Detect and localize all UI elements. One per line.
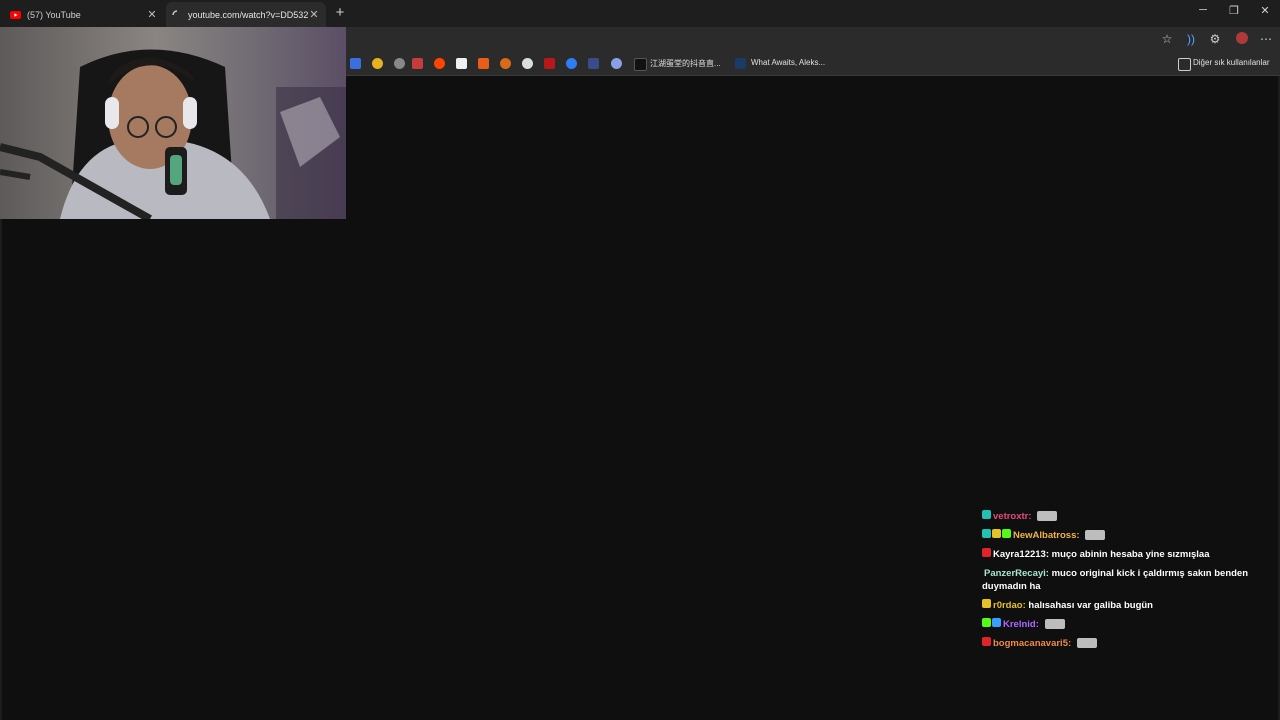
chat-badge-icon (982, 599, 991, 608)
chat-message: Krelnid: (982, 618, 1272, 631)
bookmark-p-icon[interactable] (456, 58, 467, 69)
chat-message: NewAlbatross: (982, 529, 1272, 542)
tiktok-icon[interactable] (634, 58, 647, 71)
youtube-icon (10, 10, 21, 19)
chat-username: Krelnid (1003, 619, 1036, 630)
chat-text: halısahası var galiba bugün (1028, 600, 1153, 611)
bookmark-label[interactable]: What Awaits, Aleks... (751, 58, 825, 67)
extensions-icon[interactable]: ⚙ (1207, 32, 1223, 46)
chat-badges (982, 618, 1001, 627)
chat-badge-icon (982, 548, 991, 557)
bookmark-red-icon[interactable] (544, 58, 555, 69)
chat-badge-icon (1002, 529, 1011, 538)
chat-badge-icon (982, 637, 991, 646)
more-menu-icon[interactable]: ⋯ (1258, 32, 1274, 46)
loading-icon (172, 9, 178, 15)
chat-emote-icon (1085, 530, 1106, 541)
chat-username: PanzerRecayi (984, 568, 1046, 579)
bookmark-reddit-icon[interactable] (434, 58, 445, 69)
webcam-illustration (0, 49, 346, 219)
chat-badge-icon (982, 529, 991, 538)
bookmark-hub-icon[interactable] (394, 58, 405, 69)
tab-youtube[interactable]: (57) YouTube ✕ (4, 2, 164, 27)
favorite-star-icon[interactable]: ☆ (1159, 32, 1175, 46)
read-aloud-icon[interactable]: )) (1183, 32, 1199, 46)
bookmark-label[interactable]: 江湖蛋堂的抖音直... (650, 58, 721, 69)
chat-badges (982, 548, 991, 557)
chat-emote-icon (1076, 638, 1097, 649)
chat-badge-icon (992, 529, 1001, 538)
bookmark-news-icon[interactable] (412, 58, 423, 69)
minimize-button[interactable]: ─ (1193, 4, 1213, 16)
folder-icon[interactable] (1178, 58, 1191, 71)
profile-avatar[interactable] (1234, 32, 1250, 47)
chat-badges (982, 599, 991, 608)
chat-emote-icon (1044, 619, 1065, 630)
close-tab-icon[interactable]: ✕ (308, 8, 320, 21)
title-bar: (57) YouTube ✕ youtube.com/watch?v=DD532… (0, 0, 1280, 27)
tab-title: youtube.com/watch?v=DD532Sm (188, 9, 308, 20)
restore-button[interactable]: ❐ (1224, 4, 1244, 17)
chat-badge-icon (992, 618, 1001, 627)
chat-username: vetroxtr (993, 511, 1029, 522)
chat-username: Kayra12213 (993, 549, 1046, 560)
tab-title: (57) YouTube (27, 9, 81, 20)
chat-overlay: vetroxtr: NewAlbatross: Kayra12213: muço… (982, 510, 1272, 656)
chat-badges (982, 637, 991, 646)
chat-message: vetroxtr: (982, 510, 1272, 523)
chat-badge-icon (982, 618, 991, 627)
bookmark-play-icon[interactable] (566, 58, 577, 69)
bookmark-circle-icon[interactable] (522, 58, 533, 69)
bookmark-globe-icon[interactable] (611, 58, 622, 69)
webcam-overlay (0, 27, 346, 219)
close-window-button[interactable]: ✕ (1255, 4, 1275, 17)
chat-badges (982, 510, 991, 519)
chat-badge-icon (982, 510, 991, 519)
bookmark-coin-icon[interactable] (500, 58, 511, 69)
chat-text: muço abinin hesaba yine sızmışlaa (1051, 549, 1210, 560)
chat-username: r0rdao (993, 600, 1023, 611)
chat-message: PanzerRecayi: muco original kick i çaldı… (982, 568, 1249, 592)
chat-message: r0rdao: halısahası var galiba bugün (982, 599, 1272, 612)
chat-emote-icon (1037, 511, 1058, 522)
steam-icon[interactable] (735, 58, 746, 69)
chat-message: bogmacanavari5: (982, 637, 1272, 650)
bookmark-app-icon[interactable] (350, 58, 361, 69)
other-bookmarks-label[interactable]: Diğer sık kullanılanlar (1193, 58, 1269, 67)
tab-watch[interactable]: youtube.com/watch?v=DD532Sm ✕ (166, 2, 326, 27)
close-tab-icon[interactable]: ✕ (146, 8, 158, 21)
bookmark-mail-icon[interactable] (588, 58, 599, 69)
chat-username: NewAlbatross (1013, 530, 1077, 541)
chat-badges (982, 529, 1011, 538)
bookmark-orange-icon[interactable] (478, 58, 489, 69)
chat-message: Kayra12213: muço abinin hesaba yine sızm… (982, 548, 1272, 561)
bookmark-pacman-icon[interactable] (372, 58, 383, 69)
new-tab-button[interactable]: + (332, 4, 348, 21)
chat-username: bogmacanavari5 (993, 638, 1068, 649)
